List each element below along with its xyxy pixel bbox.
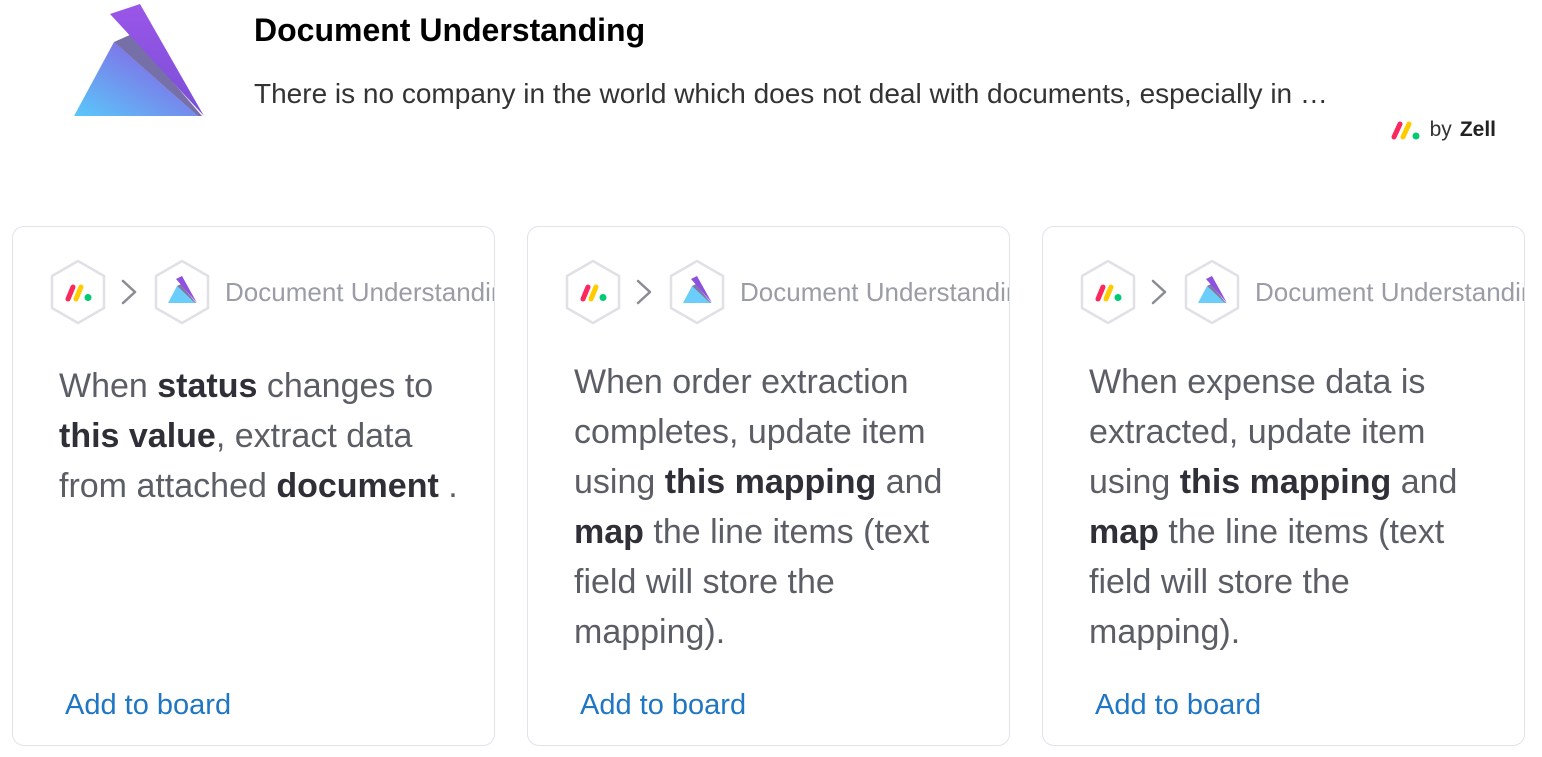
monday-logo-icon [1080,259,1136,325]
card-header-title: Document Understanding [740,276,1009,307]
card-header: Document Understanding [1079,259,1524,325]
add-to-board-button[interactable]: Add to board [580,689,746,722]
recipe-card: Document Understanding When expense data… [1042,226,1525,746]
card-header-title: Document Understanding [225,276,494,307]
app-title: Document Understanding [254,12,646,48]
recipe-token[interactable]: status [157,367,257,405]
author-name[interactable]: Zell [1460,118,1496,142]
recipe-token[interactable]: map [1089,513,1159,551]
recipe-text: When order extraction completes, update … [574,357,979,657]
monday-logo-icon [565,259,621,325]
author-prefix: by [1429,118,1452,141]
recipe-text-segment: and [876,463,943,501]
recipe-token[interactable]: this mapping [665,463,877,501]
recipe-text: When expense data is extracted, update i… [1089,357,1494,657]
recipe-text: When status changes to this value, extra… [59,361,464,511]
add-to-board-button[interactable]: Add to board [65,689,231,722]
card-header: Document Understanding [564,259,1009,325]
recipe-text-segment: When [59,367,158,405]
monday-logo-icon [1391,121,1420,140]
card-header: Document Understanding [49,259,494,325]
app-description: There is no company in the world which d… [254,78,1328,109]
document-understanding-icon [669,259,725,325]
recipe-text-segment: changes to [257,367,434,405]
app-logo-icon [74,4,204,116]
add-to-board-button[interactable]: Add to board [1095,689,1261,722]
recipe-token[interactable]: this mapping [1180,463,1392,501]
recipe-card: Document Understanding When order extrac… [527,226,1010,746]
recipe-text-segment: . [438,467,458,505]
document-understanding-icon [154,259,210,325]
card-header-title: Document Understanding [1255,276,1524,307]
recipe-token[interactable]: map [574,513,644,551]
recipe-card: Document Understanding When status chang… [12,226,495,746]
chevron-right-icon [636,279,652,305]
author-credit: by Zell [1390,118,1496,142]
monday-logo-icon [50,259,106,325]
recipe-text-segment: and [1391,463,1458,501]
chevron-right-icon [121,279,137,305]
recipe-token[interactable]: this value [59,417,216,455]
recipe-token[interactable]: document [276,467,438,505]
chevron-right-icon [1151,279,1167,305]
document-understanding-icon [1184,259,1240,325]
